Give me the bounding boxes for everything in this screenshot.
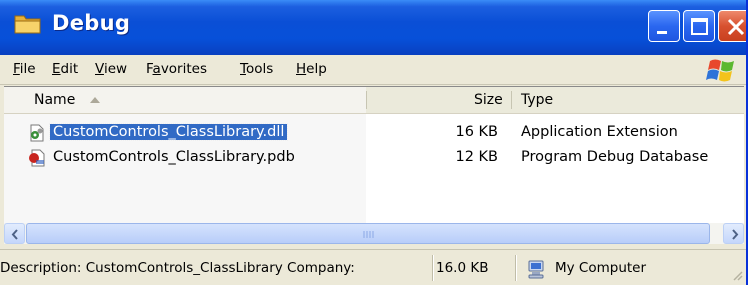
scroll-left-button[interactable]	[4, 223, 25, 244]
file-name[interactable]: CustomControls_ClassLibrary.pdb	[50, 149, 298, 165]
file-type: Program Debug Database	[521, 149, 709, 165]
status-description: Description: CustomControls_ClassLibrary…	[0, 260, 355, 276]
status-divider	[515, 255, 516, 281]
chevron-left-icon	[11, 229, 18, 240]
sort-ascending-icon	[90, 97, 100, 103]
menu-view[interactable]: View	[95, 61, 127, 77]
file-size: 12 KB	[455, 149, 498, 165]
window-title: Debug	[52, 11, 131, 35]
file-name[interactable]: CustomControls_ClassLibrary.dll	[48, 123, 289, 141]
menu-tools[interactable]: Tools	[240, 61, 273, 77]
header-divider[interactable]	[366, 91, 367, 109]
menu-help[interactable]: Help	[296, 61, 327, 77]
scroll-thumb[interactable]	[26, 223, 710, 244]
dll-file-icon	[30, 124, 44, 142]
status-size: 16.0 KB	[436, 260, 489, 276]
file-list: Name Size Type CustomControls_ClassLibra…	[4, 86, 744, 237]
header-type[interactable]: Type	[521, 92, 553, 108]
menu-edit[interactable]: Edit	[52, 61, 78, 77]
resize-grip-icon[interactable]	[730, 268, 744, 282]
column-header: Name Size Type	[4, 87, 744, 114]
status-bar: Description: CustomControls_ClassLibrary…	[0, 249, 746, 285]
menu-file[interactable]: File	[13, 61, 36, 77]
header-size[interactable]: Size	[474, 92, 503, 108]
grip-icon	[363, 231, 374, 238]
maximize-button[interactable]	[683, 10, 715, 42]
list-item[interactable]: CustomControls_ClassLibrary.pdb 12 KB Pr…	[4, 147, 744, 169]
menu-bar: File Edit View Favorites Tools Help	[0, 55, 746, 85]
maximize-icon	[691, 18, 708, 35]
file-size: 16 KB	[455, 124, 498, 140]
chevron-right-icon	[732, 229, 739, 240]
scroll-right-button[interactable]	[723, 223, 744, 244]
header-divider[interactable]	[511, 91, 512, 109]
status-location: My Computer	[555, 260, 647, 276]
menu-favorites[interactable]: Favorites	[146, 61, 207, 77]
windows-logo-icon	[706, 59, 734, 82]
computer-icon	[528, 260, 544, 279]
folder-icon	[14, 15, 41, 34]
minimize-button[interactable]	[648, 10, 680, 42]
list-item[interactable]: CustomControls_ClassLibrary.dll 16 KB Ap…	[4, 122, 744, 144]
status-divider	[432, 255, 433, 281]
title-bar[interactable]: Debug	[0, 0, 746, 55]
header-name[interactable]: Name	[34, 92, 75, 108]
close-icon	[727, 18, 745, 36]
file-type: Application Extension	[521, 124, 678, 140]
minimize-icon	[657, 31, 667, 34]
pdb-file-icon	[29, 149, 45, 167]
explorer-window: Debug File Edit View Favorites Tools Hel…	[0, 0, 748, 285]
close-button[interactable]	[718, 10, 746, 42]
horizontal-scrollbar[interactable]	[4, 223, 744, 244]
